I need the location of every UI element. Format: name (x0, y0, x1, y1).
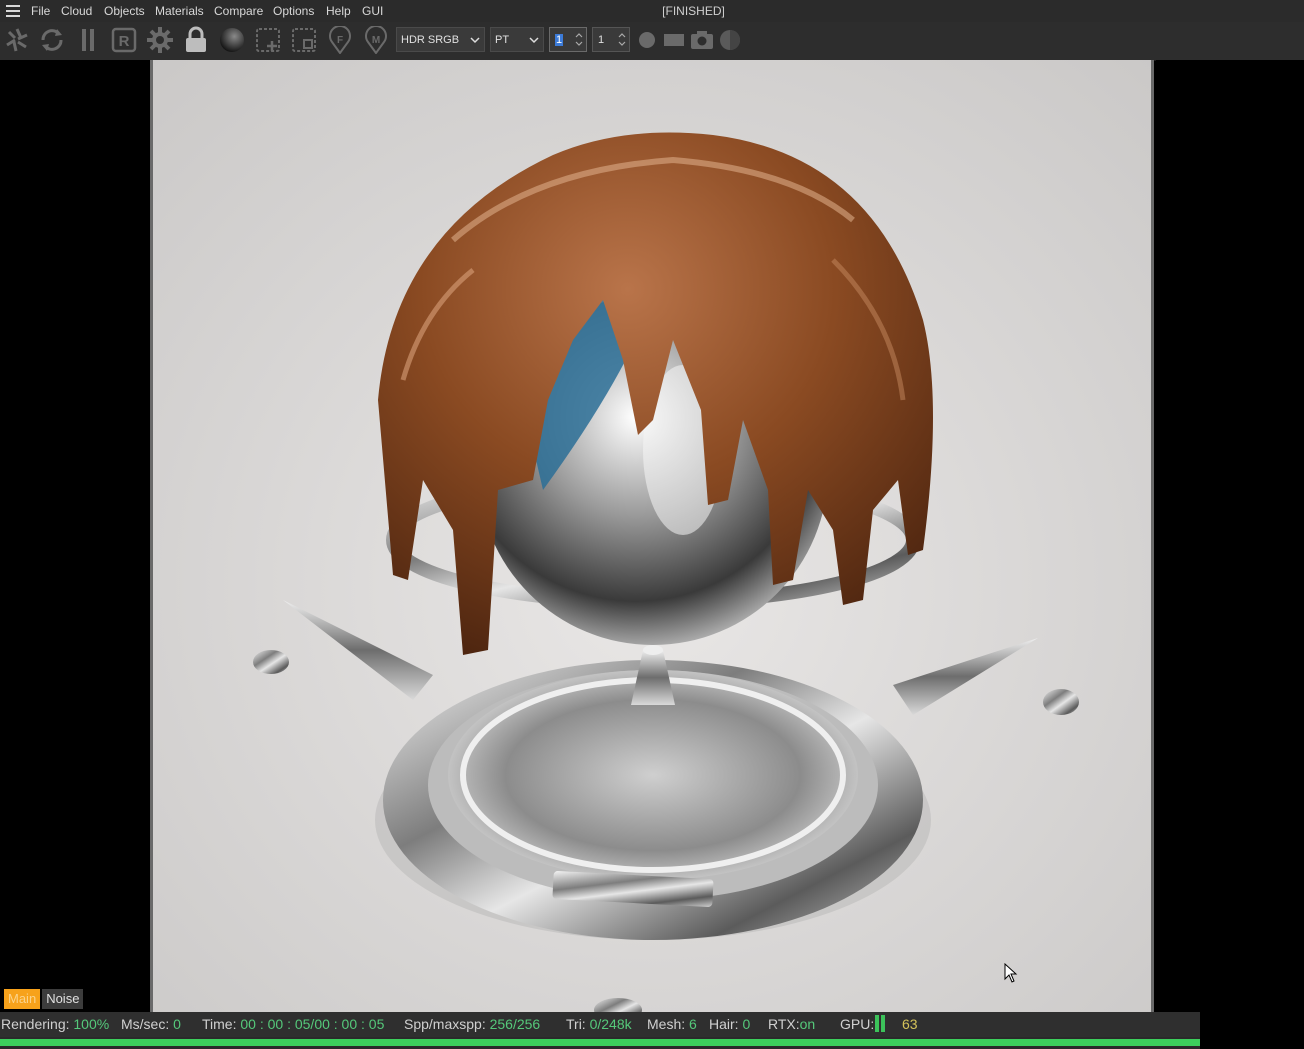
color-space-value: HDR SRGB (401, 34, 460, 46)
toolbar: R F M HDR SRGB PT 1 1 (0, 22, 1304, 61)
gpu-label: GPU: (840, 1016, 875, 1032)
tab-noise[interactable]: Noise (42, 989, 84, 1009)
refresh-icon[interactable] (37, 25, 67, 55)
sphere-icon[interactable] (217, 25, 247, 55)
stepper-arrows-icon[interactable] (575, 31, 583, 48)
stepper-arrows-icon[interactable] (618, 31, 626, 48)
left-panel (0, 60, 150, 1012)
ms-per-sec: Ms/sec: 0 (121, 1016, 181, 1032)
add-region-icon[interactable] (253, 25, 283, 55)
render-viewport[interactable] (150, 60, 1154, 1012)
spinner-1-value: 1 (555, 34, 564, 46)
spinner-2-value: 1 (598, 34, 605, 46)
crop-icon[interactable] (289, 25, 319, 55)
status-bar: Rendering: 100% Ms/sec: 0 Time: 00 : 00 … (0, 1012, 1200, 1037)
lock-icon[interactable] (181, 25, 211, 55)
triangle-count: Tri: 0/248k (566, 1016, 632, 1032)
rtx-status: RTX:on (768, 1016, 816, 1032)
kernel-select[interactable]: PT (490, 27, 544, 52)
rendering-status: Rendering: 100% (1, 1016, 110, 1032)
view-tabs: Main Noise (4, 989, 84, 1009)
color-space-select[interactable]: HDR SRGB (396, 27, 485, 52)
spinner-1[interactable]: 1 (549, 27, 587, 52)
gpu-value: 63 (902, 1016, 918, 1032)
rect-icon[interactable] (659, 25, 689, 55)
spp-counter: Spp/maxspp: 256/256 (404, 1016, 541, 1032)
gear-icon[interactable] (145, 25, 175, 55)
progress-fill (0, 1039, 1200, 1046)
spinner-2[interactable]: 1 (592, 27, 630, 52)
chevron-down-icon (470, 37, 480, 44)
gpu-usage-bars (875, 1015, 887, 1032)
svg-text:R: R (119, 33, 130, 50)
render-time: Time: 00 : 00 : 05/00 : 00 : 05 (202, 1016, 385, 1032)
mesh-count: Mesh: 6 (647, 1016, 697, 1032)
render-status-title: [FINISHED] (662, 4, 725, 18)
dot-icon[interactable] (632, 25, 662, 55)
svg-text:M: M (372, 35, 380, 46)
tab-main[interactable]: Main (4, 989, 41, 1009)
pause-icon[interactable] (73, 25, 103, 55)
kernel-value: PT (495, 34, 510, 46)
focus-picker-icon[interactable]: F (325, 25, 355, 55)
render-progress-bar (0, 1037, 1200, 1049)
hair-count: Hair: 0 (709, 1016, 751, 1032)
chevron-down-icon (529, 37, 539, 44)
svg-text:F: F (337, 35, 343, 46)
mouse-cursor-icon (1004, 963, 1018, 983)
menu-bar: File Cloud Objects Materials Compare Opt… (0, 0, 1304, 22)
rendered-scene (153, 60, 1151, 1012)
half-sphere-icon[interactable] (715, 25, 745, 55)
aperture-icon[interactable] (2, 25, 32, 55)
material-picker-icon[interactable]: M (361, 25, 391, 55)
camera-icon[interactable] (687, 25, 717, 55)
right-panel (1156, 60, 1304, 1012)
r-region-icon[interactable]: R (109, 25, 139, 55)
